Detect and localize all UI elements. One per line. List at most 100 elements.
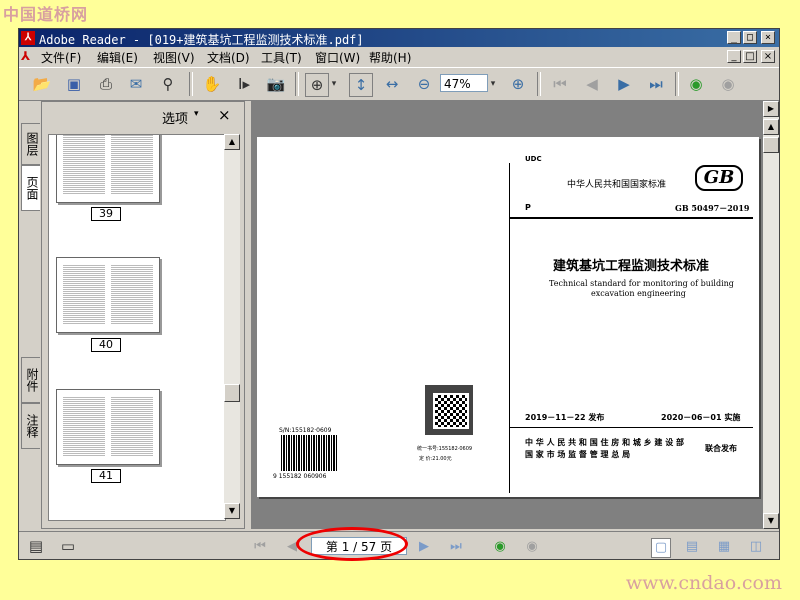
snapshot-icon[interactable]: 📷 [265,73,287,95]
barcode [281,435,337,471]
fit-width-icon[interactable]: ↔ [381,73,403,95]
scroll-thumb[interactable] [763,137,779,153]
menu-file[interactable]: 文件(F) [41,49,81,66]
page-thumbnail-39[interactable] [56,135,160,203]
serial-number: S/N:155182·0609 [279,427,332,434]
search-icon[interactable]: ⚲ [157,73,179,95]
menu-edit[interactable]: 编辑(E) [97,49,138,66]
scroll-down-icon[interactable]: ▼ [224,503,240,519]
panel-toggle-icon[interactable]: ▤ [25,535,47,557]
prev-page-icon[interactable]: ◀ [581,73,603,95]
scroll-down-icon[interactable]: ▼ [763,513,779,529]
minimize-button[interactable]: _ [727,31,741,44]
save-icon[interactable]: ▣ [63,73,85,95]
issuer-line1: 中 华 人 民 共 和 国 住 房 和 城 乡 建 设 部 [525,438,684,447]
document-area: UDC 中华人民共和国国家标准 GB P GB 50497－2019 建筑基坑工… [251,101,779,529]
scroll-up-icon[interactable]: ▲ [224,134,240,150]
continuous-view-icon[interactable]: ▤ [683,538,701,556]
navigation-panel: 选项 ▾ × 39 40 41 ▲ ▼ [41,101,245,529]
implement-date: 2020－06－01 实施 [661,413,741,422]
panel-close-button[interactable]: × [218,106,231,124]
zoom-tool-dropdown-icon[interactable]: ▾ [329,73,339,95]
next-page-icon[interactable]: ▶ [613,73,635,95]
zoom-in-icon[interactable]: ⊕ [507,73,529,95]
window-title: Adobe Reader - [019+建筑基坑工程监测技术标准.pdf] [39,33,364,47]
gb-logo: GB [695,165,743,191]
status-forward-icon[interactable]: ◉ [523,538,541,556]
options-dropdown-icon[interactable]: ▾ [194,109,199,119]
forward-icon[interactable]: ◉ [717,73,739,95]
barcode-number: 9 155182 060906 [273,473,327,480]
zoom-dropdown-icon[interactable]: ▾ [487,73,499,95]
udc-label: UDC [525,155,542,163]
zoom-out-icon[interactable]: ⊖ [413,73,435,95]
thumbnail-scrollbar[interactable]: ▲ ▼ [224,134,240,519]
maximize-button[interactable]: □ [743,31,757,44]
select-text-icon[interactable]: I▸ [233,73,255,95]
status-back-icon[interactable]: ◉ [491,538,509,556]
header-rule [509,217,753,219]
print-icon[interactable]: ⎙ [95,73,117,95]
title-en-line2: excavation engineering [591,289,686,298]
watermark-bottom: www.cndao.com [625,572,782,594]
toolbar: 📂 ▣ ⎙ ✉ ⚲ ✋ I▸ 📷 ⊕ ▾ ↕ ↔ ⊖ 47% ▾ ⊕ ⏮ ◀ ▶… [19,67,779,101]
thumbnail-label: 41 [91,469,121,483]
tab-comments[interactable]: 注释 [21,403,40,449]
panel-hide-icon[interactable]: ▭ [57,535,79,557]
footer-rule [509,427,753,428]
zoom-in-tool-icon[interactable]: ⊕ [305,73,329,97]
adobe-reader-window: ⅄ Adobe Reader - [019+建筑基坑工程监测技术标准.pdf] … [18,28,780,561]
title-cn: 建筑基坑工程监测技术标准 [553,259,710,274]
back-icon[interactable]: ◉ [685,73,707,95]
qr-code [433,393,469,429]
close-button[interactable]: × [761,31,775,44]
first-page-icon[interactable]: ⏮ [549,73,571,95]
menu-document[interactable]: 文档(D) [207,49,250,66]
options-menu[interactable]: 选项 [162,108,188,127]
last-page-icon[interactable]: ⏭ [645,73,667,95]
standard-code: GB 50497－2019 [675,203,750,213]
category-label: P [525,203,531,212]
thumbnail-label: 40 [91,338,121,352]
spine-line [509,163,510,493]
menu-view[interactable]: 视图(V) [153,49,195,66]
tab-pages[interactable]: 页面 [21,165,40,211]
hand-icon[interactable]: ✋ [201,73,223,95]
document-scrollbar[interactable]: ▶ ▲ ▼ [763,101,779,529]
tab-layers[interactable]: 图层 [21,123,40,165]
doc-minimize-button[interactable]: _ [727,50,741,63]
open-icon[interactable]: 📂 [31,73,53,95]
tab-attachments[interactable]: 附件 [21,357,40,403]
zoom-input[interactable]: 47% [440,74,488,92]
doc-close-button[interactable]: × [761,50,775,63]
adobe-reader-icon: ⅄ [21,31,35,45]
highlight-circle [296,527,408,561]
joint-release: 联合发布 [705,444,737,453]
page-thumbnail-40[interactable] [56,257,160,333]
document-page: UDC 中华人民共和国国家标准 GB P GB 50497－2019 建筑基坑工… [257,137,759,497]
single-page-view-icon[interactable]: ▢ [651,538,671,558]
status-last-page-icon[interactable]: ⏭ [447,538,465,556]
status-bar: ▤ ▭ ⏮ ◀ 第 1 / 57 页 ▶ ⏭ ◉ ◉ ▢ ▤ ▦ ◫ [19,527,779,561]
menu-help[interactable]: 帮助(H) [369,49,411,66]
fit-page-icon[interactable]: ↕ [349,73,373,97]
scroll-thumb[interactable] [224,384,240,402]
page-thumbnail-41[interactable] [56,389,160,465]
scroll-right-icon[interactable]: ▶ [763,101,779,117]
scroll-up-icon[interactable]: ▲ [763,119,779,135]
status-next-page-icon[interactable]: ▶ [415,538,433,556]
title-bar: ⅄ Adobe Reader - [019+建筑基坑工程监测技术标准.pdf] … [19,29,779,47]
email-icon[interactable]: ✉ [125,73,147,95]
qr-code-sticker [425,385,473,435]
facing-view-icon[interactable]: ▦ [715,538,733,556]
continuous-facing-view-icon[interactable]: ◫ [747,538,765,556]
menu-tools[interactable]: 工具(T) [261,49,302,66]
menu-window[interactable]: 窗口(W) [315,49,360,66]
publish-date: 2019－11－22 发布 [525,413,605,422]
national-standard-label: 中华人民共和国国家标准 [567,180,667,190]
doc-restore-button[interactable]: □ [743,50,757,63]
panel-header: 选项 ▾ × [42,102,244,128]
book-number: 统一书号:155182·0609 [417,446,473,452]
status-first-page-icon[interactable]: ⏮ [251,538,269,556]
document-icon[interactable]: ⅄ [21,49,30,63]
